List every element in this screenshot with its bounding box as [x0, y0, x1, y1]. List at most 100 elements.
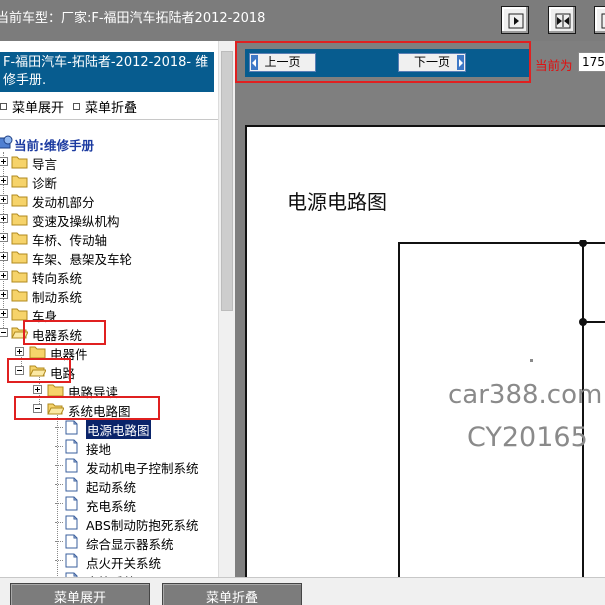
catalog-icon	[0, 135, 13, 149]
arrows-inward-icon	[555, 13, 571, 29]
document-icon	[65, 458, 78, 473]
expand-icon[interactable]	[0, 195, 8, 204]
bottom-expand-button[interactable]: 菜单展开	[10, 583, 150, 605]
prev-page-label: 上一页	[264, 55, 301, 69]
tree-item[interactable]: 电器件	[0, 342, 218, 362]
folder-icon	[11, 308, 28, 321]
triangle-left-icon	[251, 55, 258, 70]
tree-item[interactable]: 电源电路图	[0, 418, 218, 439]
tree-item[interactable]: 导言	[0, 152, 218, 172]
document-icon	[65, 439, 78, 454]
expand-icon[interactable]	[0, 290, 8, 299]
square-icon	[73, 103, 80, 110]
folder-icon	[11, 289, 28, 302]
tree-item[interactable]: 水箱系统	[0, 570, 218, 577]
folder-open-icon	[29, 365, 46, 377]
collapse-icon[interactable]	[15, 366, 24, 375]
menu-expand-link[interactable]: 菜单展开	[0, 97, 64, 116]
folder-icon	[11, 251, 28, 264]
expand-icon[interactable]	[15, 347, 24, 356]
tree-item[interactable]: 系统电路图	[0, 399, 218, 419]
watermark-dot	[530, 359, 533, 362]
document-icon	[65, 553, 78, 568]
tree-root-current[interactable]: 当前:维修手册	[0, 133, 218, 153]
scrollbar-thumb[interactable]	[221, 51, 233, 311]
divider	[0, 119, 218, 120]
triangle-right-icon	[457, 55, 464, 70]
tree-guide-line	[55, 446, 63, 447]
expand-icon[interactable]	[0, 176, 8, 185]
tree-guide-line	[55, 522, 63, 523]
tree-item[interactable]: 制动系统	[0, 285, 218, 305]
tree-item[interactable]: 诊断	[0, 171, 218, 191]
expand-icon[interactable]	[0, 233, 8, 242]
square-icon	[0, 103, 7, 110]
tree-item[interactable]: 变速及操纵机构	[0, 209, 218, 229]
document-icon	[65, 420, 78, 435]
folder-icon	[11, 194, 28, 207]
tree-item[interactable]: 接地	[0, 437, 218, 457]
tree-guide-line	[55, 465, 63, 466]
expand-icon[interactable]	[0, 157, 8, 166]
menu-collapse-link[interactable]: 菜单折叠	[73, 97, 137, 116]
tree-guide-line	[55, 503, 63, 504]
folder-open-icon	[11, 327, 28, 339]
folder-icon	[29, 346, 46, 359]
collapse-icon[interactable]	[33, 404, 42, 413]
tree-guide-line	[55, 541, 63, 542]
bottom-collapse-button[interactable]: 菜单折叠	[162, 583, 302, 605]
folder-icon	[11, 270, 28, 283]
vehicle-title: 当前车型：厂家:F-福田汽车拓陆者2012-2018	[0, 11, 266, 26]
folder-icon	[11, 213, 28, 226]
arrow-left-icon	[601, 13, 605, 29]
tree-item[interactable]: 车架、悬架及车轮	[0, 247, 218, 267]
tree-item[interactable]: 发动机电子控制系统	[0, 456, 218, 476]
tree-item[interactable]: 点火开关系统	[0, 551, 218, 571]
expand-icon[interactable]	[0, 309, 8, 318]
menu-collapse-label: 菜单折叠	[85, 101, 138, 116]
tree-item[interactable]: 转向系统	[0, 266, 218, 286]
watermark-code: CY20165	[467, 422, 588, 453]
manual-title: F-福田汽车-拓陆者-2012-2018- 维修手册.	[3, 55, 209, 88]
tree-item[interactable]: 车身	[0, 304, 218, 324]
watermark-site: car388.com	[448, 380, 603, 410]
tree-item[interactable]: 电路	[0, 361, 218, 381]
tree-guide-line	[55, 427, 63, 428]
document-icon	[65, 534, 78, 549]
folder-icon	[11, 232, 28, 245]
tree-guide-line	[55, 484, 63, 485]
expand-icon[interactable]	[0, 214, 8, 223]
document-icon	[65, 496, 78, 511]
tree-item[interactable]: ABS制动防抱死系统	[0, 513, 218, 533]
page-number-input[interactable]: 175	[578, 52, 605, 72]
tree-item[interactable]: 发动机部分	[0, 190, 218, 210]
prev-page-button[interactable]: 上一页	[249, 53, 316, 72]
page-nav-bar: 上一页 下一页	[245, 49, 530, 77]
tree-item[interactable]: 起动系统	[0, 475, 218, 495]
tree-item[interactable]: 综合显示器系统	[0, 532, 218, 552]
collapse-icon[interactable]	[0, 328, 8, 337]
catalog-tree: 当前:维修手册 导言 诊断 发动机部分 变速及操纵机构 车桥、传动轴 车架、悬架及车轮 转向系…	[0, 124, 218, 577]
top-bar: 当前车型：厂家:F-福田汽车拓陆者2012-2018	[0, 0, 605, 41]
manual-header: F-福田汽车-拓陆者-2012-2018- 维修手册.	[0, 52, 214, 92]
expand-icon[interactable]	[0, 271, 8, 280]
menu-ops: 菜单展开 菜单折叠	[0, 97, 218, 116]
expand-icon[interactable]	[0, 252, 8, 261]
expand-pane-button[interactable]	[594, 6, 605, 34]
tree-item[interactable]: 电路导读	[0, 380, 218, 400]
expand-icon[interactable]	[33, 385, 42, 394]
folder-icon	[11, 156, 28, 169]
folder-icon	[11, 175, 28, 188]
tree-scrollbar[interactable]	[218, 41, 235, 577]
tree-item[interactable]: 电器系统	[0, 323, 218, 343]
tree-item[interactable]: 车桥、传动轴	[0, 228, 218, 248]
circuit-diagram	[398, 240, 605, 580]
bottom-bar: 菜单展开 菜单折叠	[0, 577, 605, 605]
folder-open-icon	[47, 403, 64, 415]
document-title: 电源电路图	[287, 190, 387, 214]
collapse-left-pane-button[interactable]	[501, 6, 529, 34]
center-split-button[interactable]	[548, 6, 576, 34]
tree-item[interactable]: 充电系统	[0, 494, 218, 514]
current-page-label: 当前为	[535, 58, 573, 73]
next-page-button[interactable]: 下一页	[398, 53, 466, 72]
